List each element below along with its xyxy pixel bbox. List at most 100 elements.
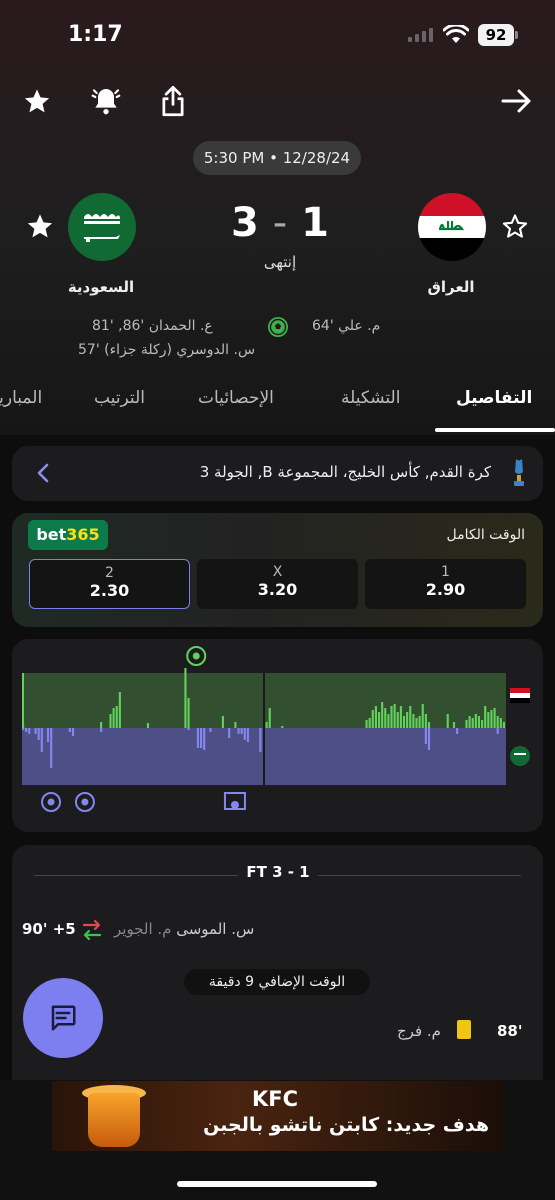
kfc-ad-banner[interactable]: KFC هدف جديد: كابتن ناتشو بالجبن [52, 1081, 505, 1151]
notifications-button[interactable] [89, 84, 123, 118]
league-info: كرة القدم, كأس الخليج، المجموعة B, الجول… [199, 463, 491, 481]
away-momentum-bar [196, 728, 199, 748]
odd-value: 2.30 [89, 581, 130, 600]
away-scorers-line1: ع. الحمدان '86, '81 [92, 318, 213, 334]
odd-label: 1 [441, 564, 450, 580]
home-momentum-bar [477, 716, 481, 728]
home-momentum-bar [281, 726, 284, 728]
home-momentum-bar [499, 718, 502, 728]
away-momentum-bar [424, 728, 427, 744]
tab-matches[interactable]: المباريات [0, 388, 42, 408]
chevron-left-icon[interactable] [36, 463, 50, 483]
away-momentum-bar [25, 728, 28, 732]
home-momentum-bar [184, 668, 187, 728]
odd-value: 2.90 [425, 580, 466, 599]
home-momentum-bar [402, 716, 406, 728]
bet365-logo[interactable]: bet365 [28, 520, 108, 550]
star-icon [27, 214, 53, 238]
odd-draw[interactable]: X 3.20 [197, 559, 358, 609]
league-card[interactable]: كرة القدم, كأس الخليج، المجموعة B, الجول… [12, 446, 543, 501]
share-icon [162, 85, 184, 117]
saudi-flag[interactable] [68, 193, 136, 261]
tab-details[interactable]: التفاصيل [456, 388, 532, 408]
iraq-flag-small [510, 688, 530, 703]
home-momentum-bar [396, 712, 399, 728]
home-momentum-bar [415, 718, 418, 728]
home-momentum-bar [471, 718, 474, 728]
iraq-flag[interactable] [418, 193, 486, 261]
odd-home-win[interactable]: 1 2.90 [365, 559, 526, 609]
home-scorers: م. علي '64 [312, 318, 381, 334]
chat-button[interactable] [23, 978, 103, 1058]
away-momentum-bar [203, 728, 206, 750]
home-momentum-bar [468, 716, 471, 728]
home-momentum-bar [496, 716, 499, 728]
home-momentum-bar [368, 718, 371, 728]
away-goal-ball-icon-center [81, 798, 89, 806]
away-momentum-bar [427, 728, 431, 750]
ad-brand: KFC [252, 1087, 299, 1111]
player-in: س. الموسى [176, 920, 255, 938]
home-momentum-bar [268, 708, 271, 728]
home-momentum-bar [502, 722, 505, 728]
home-momentum-bar [221, 716, 224, 728]
bell-ringing-icon [91, 89, 121, 115]
tab-standings[interactable]: الترتيب [94, 388, 145, 408]
home-momentum-bar [100, 722, 103, 728]
momentum-chart [22, 646, 530, 812]
match-datetime: 5:30 PM • 12/28/24 [193, 141, 361, 175]
home-momentum-bar [377, 712, 381, 728]
favorite-away-team-button[interactable] [26, 212, 54, 240]
odd-value: 3.20 [257, 580, 298, 599]
home-momentum-bar [418, 716, 421, 728]
favorite-match-button[interactable] [22, 86, 52, 116]
away-scorers-line2: س. الدوسري (ركلة جزاء) '57 [78, 342, 256, 358]
home-momentum-bar [365, 720, 368, 728]
momentum-card[interactable] [12, 639, 543, 832]
active-tab-indicator [435, 428, 555, 432]
home-momentum-bar [487, 712, 490, 728]
forward-button[interactable] [500, 86, 534, 116]
odd-away-win[interactable]: 2 2.30 [29, 559, 190, 609]
home-momentum-bar [374, 706, 377, 728]
away-momentum-bar [228, 728, 231, 738]
away-momentum-bar [46, 728, 50, 742]
substitution-icon [82, 919, 102, 941]
home-team-name[interactable]: العراق [401, 278, 501, 296]
away-momentum-bar [50, 728, 53, 768]
away-momentum-bar [456, 728, 459, 734]
battery-nub [515, 31, 518, 39]
goal-ball-icon [268, 317, 288, 337]
home-momentum-bar [421, 704, 424, 728]
event-minute: 90' +5 [22, 920, 76, 938]
ad-drink-image [88, 1093, 140, 1147]
tab-stats[interactable]: الإحصائيات [198, 388, 274, 408]
added-time-pill: الوقت الإضافي 9 دقيقة [184, 969, 370, 995]
away-momentum-bar [187, 728, 190, 730]
home-momentum-bar [409, 706, 412, 728]
home-momentum-bar [484, 706, 487, 728]
home-momentum-bar [474, 714, 477, 728]
favorite-home-team-button[interactable] [501, 212, 529, 240]
odd-label: 2 [105, 565, 114, 581]
share-button[interactable] [157, 84, 189, 118]
away-momentum-bar [71, 728, 75, 736]
star-outline-icon [502, 214, 528, 238]
iraq-flag-image [418, 193, 486, 261]
odds-title: الوقت الكامل [446, 527, 525, 543]
home-momentum-bar [406, 712, 409, 728]
home-momentum-bar [371, 710, 374, 728]
home-momentum-bar [387, 714, 390, 728]
away-momentum-bar [246, 728, 249, 742]
away-team-name[interactable]: السعودية [51, 278, 151, 296]
home-momentum-bar [427, 722, 431, 728]
away-score: 3 [231, 200, 259, 246]
odds-card: bet365 الوقت الكامل 2 2.30 X 3.20 1 2.90 [12, 513, 543, 627]
home-momentum-bar [265, 722, 268, 728]
tab-lineups[interactable]: التشكيلة [341, 388, 400, 408]
home-momentum-bar [118, 692, 121, 728]
chat-icon [51, 1005, 76, 1031]
away-momentum-bar [237, 728, 240, 734]
home-indicator[interactable] [177, 1181, 377, 1187]
away-momentum-bar [496, 728, 499, 734]
